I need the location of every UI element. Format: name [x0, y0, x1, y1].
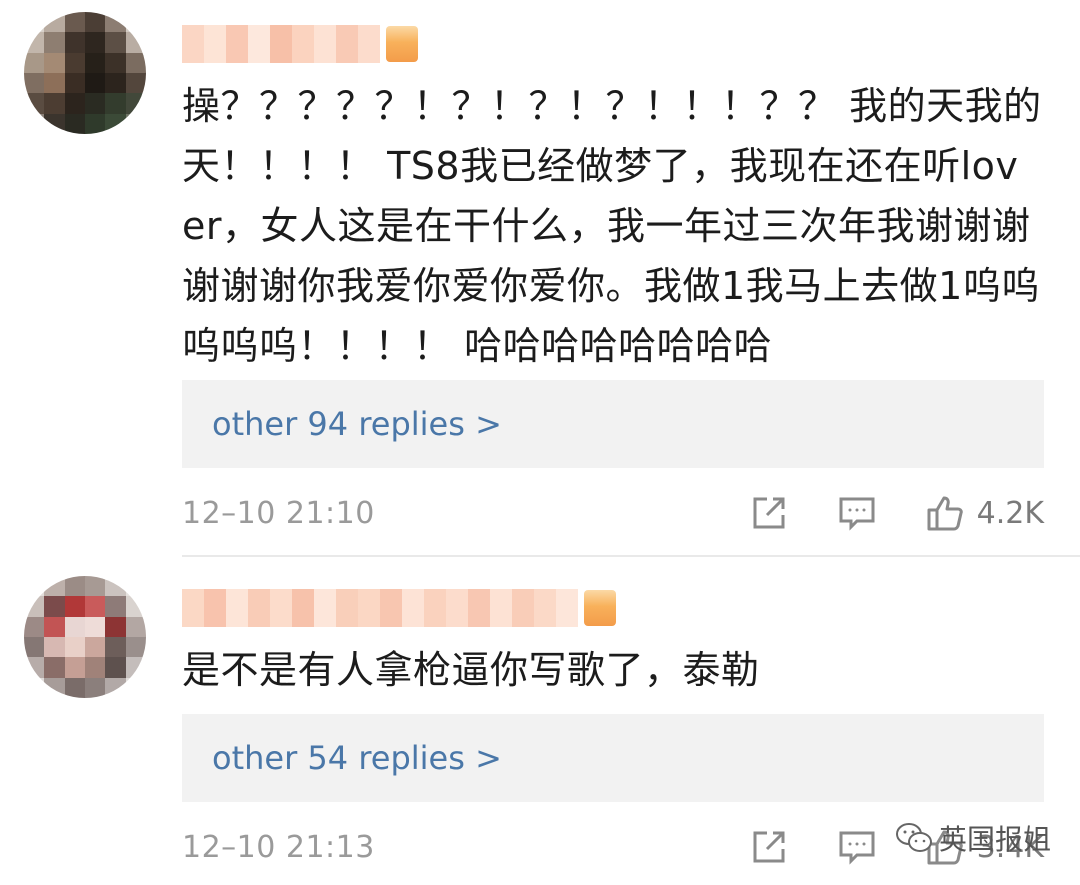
- vip-badge-icon: [584, 590, 616, 626]
- comment-icon[interactable]: [837, 827, 877, 867]
- comment-feed: 操？？？？？！？！？！？！！！？？ 我的天我的天！！！！ TS8我已经做梦了，我…: [0, 0, 1080, 885]
- username-blur: [182, 589, 578, 627]
- thumbs-up-icon: [925, 493, 965, 533]
- timestamp: 12–10 21:13: [182, 829, 375, 865]
- username-redacted[interactable]: [182, 22, 418, 66]
- comment-text: 操？？？？？！？！？！？！！！？？ 我的天我的天！！！！ TS8我已经做梦了，我…: [182, 84, 1042, 368]
- avatar[interactable]: [24, 576, 146, 698]
- comment-icon[interactable]: [837, 493, 877, 533]
- share-icon[interactable]: [749, 493, 789, 533]
- avatar[interactable]: [24, 12, 146, 134]
- view-replies-link[interactable]: other 94 replies >: [182, 380, 1044, 468]
- comment-meta: 12–10 21:10 4.2K: [182, 488, 1044, 538]
- username-redacted[interactable]: [182, 586, 616, 630]
- divider: [182, 555, 1080, 557]
- timestamp: 12–10 21:10: [182, 495, 375, 531]
- share-icon[interactable]: [749, 827, 789, 867]
- vip-badge-icon: [386, 26, 418, 62]
- like-button[interactable]: 4.2K: [925, 493, 1044, 533]
- watermark: 英国报姐: [895, 818, 1051, 858]
- comment-actions: 4.2K: [749, 488, 1044, 538]
- wechat-icon: [895, 821, 933, 855]
- comment-text: 是不是有人拿枪逼你写歌了，泰勒: [182, 648, 760, 692]
- view-replies-link[interactable]: other 54 replies >: [182, 714, 1044, 802]
- username-blur: [182, 25, 380, 63]
- watermark-label: 英国报姐: [939, 823, 1052, 856]
- like-count: 4.2K: [976, 495, 1044, 531]
